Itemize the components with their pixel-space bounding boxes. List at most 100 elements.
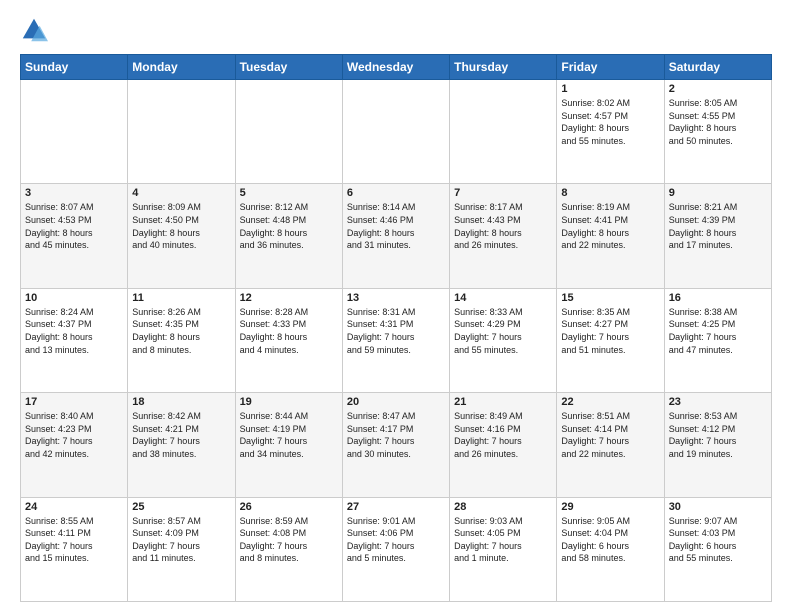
day-info: Sunrise: 9:07 AM Sunset: 4:03 PM Dayligh… [669,515,767,565]
day-number: 27 [347,501,445,513]
day-number: 28 [454,501,552,513]
day-number: 21 [454,396,552,408]
day-number: 22 [561,396,659,408]
calendar-row-4: 24 Sunrise: 8:55 AM Sunset: 4:11 PM Dayli… [21,497,772,601]
day-info: Sunrise: 8:55 AM Sunset: 4:11 PM Dayligh… [25,515,123,565]
calendar-cell: 16Sunrise: 8:38 AM Sunset: 4:25 PM Dayli… [664,288,771,392]
day-info: Sunrise: 8:42 AM Sunset: 4:21 PM Dayligh… [132,410,230,460]
day-info: Sunrise: 8:19 AM Sunset: 4:41 PM Dayligh… [561,201,659,251]
calendar-cell: 4 Sunrise: 8:09 AM Sunset: 4:50 PM Daylig… [128,184,235,288]
day-number: 30 [669,501,767,513]
calendar-cell: 28 Sunrise: 9:03 AM Sunset: 4:05 PM Dayli… [450,497,557,601]
day-info: Sunrise: 8:17 AM Sunset: 4:43 PM Dayligh… [454,201,552,251]
day-number: 11 [132,292,230,304]
day-info: Sunrise: 8:53 AM Sunset: 4:12 PM Dayligh… [669,410,767,460]
calendar-cell: 21 Sunrise: 8:49 AM Sunset: 4:16 PM Dayli… [450,393,557,497]
calendar-cell [235,80,342,184]
calendar-cell: 13 Sunrise: 8:31 AM Sunset: 4:31 PM Dayli… [342,288,449,392]
day-info: Sunrise: 8:28 AM Sunset: 4:33 PM Dayligh… [240,306,338,356]
day-info: Sunrise: 8:57 AM Sunset: 4:09 PM Dayligh… [132,515,230,565]
day-number: 25 [132,501,230,513]
calendar-cell: 12 Sunrise: 8:28 AM Sunset: 4:33 PM Dayli… [235,288,342,392]
day-number: 26 [240,501,338,513]
day-number: 19 [240,396,338,408]
calendar-cell: 26 Sunrise: 8:59 AM Sunset: 4:08 PM Dayli… [235,497,342,601]
day-number: 12 [240,292,338,304]
day-info: Sunrise: 8:31 AM Sunset: 4:31 PM Dayligh… [347,306,445,356]
calendar-cell: 25 Sunrise: 8:57 AM Sunset: 4:09 PM Dayli… [128,497,235,601]
day-number: 23 [669,396,767,408]
calendar-cell: 11 Sunrise: 8:26 AM Sunset: 4:35 PM Dayli… [128,288,235,392]
day-number: 5 [240,187,338,199]
day-number: 14 [454,292,552,304]
logo [20,16,52,44]
day-number: 4 [132,187,230,199]
calendar-cell: 19 Sunrise: 8:44 AM Sunset: 4:19 PM Dayli… [235,393,342,497]
calendar-cell: 14 Sunrise: 8:33 AM Sunset: 4:29 PM Dayli… [450,288,557,392]
weekday-header-tuesday: Tuesday [235,55,342,80]
calendar-cell: 30 Sunrise: 9:07 AM Sunset: 4:03 PM Dayli… [664,497,771,601]
day-info: Sunrise: 8:49 AM Sunset: 4:16 PM Dayligh… [454,410,552,460]
day-number: 2 [669,83,767,95]
calendar-cell [21,80,128,184]
logo-icon [20,16,48,44]
day-info: Sunrise: 9:05 AM Sunset: 4:04 PM Dayligh… [561,515,659,565]
day-info: Sunrise: 8:47 AM Sunset: 4:17 PM Dayligh… [347,410,445,460]
calendar-cell: 27 Sunrise: 9:01 AM Sunset: 4:06 PM Dayli… [342,497,449,601]
calendar-cell: 9 Sunrise: 8:21 AM Sunset: 4:39 PM Daylig… [664,184,771,288]
day-info: Sunrise: 9:01 AM Sunset: 4:06 PM Dayligh… [347,515,445,565]
day-info: Sunrise: 8:35 AM Sunset: 4:27 PM Dayligh… [561,306,659,356]
calendar-cell: 18 Sunrise: 8:42 AM Sunset: 4:21 PM Dayli… [128,393,235,497]
calendar-cell: 7 Sunrise: 8:17 AM Sunset: 4:43 PM Daylig… [450,184,557,288]
day-info: Sunrise: 8:59 AM Sunset: 4:08 PM Dayligh… [240,515,338,565]
calendar-cell: 8 Sunrise: 8:19 AM Sunset: 4:41 PM Daylig… [557,184,664,288]
calendar-cell: 22 Sunrise: 8:51 AM Sunset: 4:14 PM Dayli… [557,393,664,497]
page: SundayMondayTuesdayWednesdayThursdayFrid… [0,0,792,612]
calendar-cell: 23 Sunrise: 8:53 AM Sunset: 4:12 PM Dayli… [664,393,771,497]
calendar-cell: 6 Sunrise: 8:14 AM Sunset: 4:46 PM Daylig… [342,184,449,288]
calendar-row-1: 3Sunrise: 8:07 AM Sunset: 4:53 PM Daylig… [21,184,772,288]
calendar-cell [450,80,557,184]
day-number: 24 [25,501,123,513]
day-number: 13 [347,292,445,304]
day-info: Sunrise: 8:14 AM Sunset: 4:46 PM Dayligh… [347,201,445,251]
day-number: 17 [25,396,123,408]
calendar-cell: 10 Sunrise: 8:24 AM Sunset: 4:37 PM Dayli… [21,288,128,392]
day-info: Sunrise: 9:03 AM Sunset: 4:05 PM Dayligh… [454,515,552,565]
day-info: Sunrise: 8:09 AM Sunset: 4:50 PM Dayligh… [132,201,230,251]
weekday-header-wednesday: Wednesday [342,55,449,80]
calendar-cell: 29 Sunrise: 9:05 AM Sunset: 4:04 PM Dayli… [557,497,664,601]
day-number: 15 [561,292,659,304]
day-number: 7 [454,187,552,199]
weekday-header-sunday: Sunday [21,55,128,80]
day-number: 8 [561,187,659,199]
day-info: Sunrise: 8:12 AM Sunset: 4:48 PM Dayligh… [240,201,338,251]
day-number: 6 [347,187,445,199]
header [20,16,772,44]
day-number: 9 [669,187,767,199]
day-info: Sunrise: 8:07 AM Sunset: 4:53 PM Dayligh… [25,201,123,251]
weekday-header-monday: Monday [128,55,235,80]
calendar-cell: 17 Sunrise: 8:40 AM Sunset: 4:23 PM Dayli… [21,393,128,497]
calendar-cell [342,80,449,184]
day-info: Sunrise: 8:24 AM Sunset: 4:37 PM Dayligh… [25,306,123,356]
day-info: Sunrise: 8:33 AM Sunset: 4:29 PM Dayligh… [454,306,552,356]
weekday-header-friday: Friday [557,55,664,80]
day-info: Sunrise: 8:51 AM Sunset: 4:14 PM Dayligh… [561,410,659,460]
weekday-header-thursday: Thursday [450,55,557,80]
day-info: Sunrise: 8:40 AM Sunset: 4:23 PM Dayligh… [25,410,123,460]
weekday-header-saturday: Saturday [664,55,771,80]
calendar-row-0: 1Sunrise: 8:02 AM Sunset: 4:57 PM Daylig… [21,80,772,184]
day-number: 10 [25,292,123,304]
day-info: Sunrise: 8:21 AM Sunset: 4:39 PM Dayligh… [669,201,767,251]
calendar-cell: 5 Sunrise: 8:12 AM Sunset: 4:48 PM Daylig… [235,184,342,288]
day-number: 29 [561,501,659,513]
weekday-header-row: SundayMondayTuesdayWednesdayThursdayFrid… [21,55,772,80]
day-number: 20 [347,396,445,408]
day-number: 18 [132,396,230,408]
day-info: Sunrise: 8:26 AM Sunset: 4:35 PM Dayligh… [132,306,230,356]
day-info: Sunrise: 8:44 AM Sunset: 4:19 PM Dayligh… [240,410,338,460]
calendar-cell: 3Sunrise: 8:07 AM Sunset: 4:53 PM Daylig… [21,184,128,288]
day-info: Sunrise: 8:02 AM Sunset: 4:57 PM Dayligh… [561,97,659,147]
calendar-cell: 20 Sunrise: 8:47 AM Sunset: 4:17 PM Dayli… [342,393,449,497]
